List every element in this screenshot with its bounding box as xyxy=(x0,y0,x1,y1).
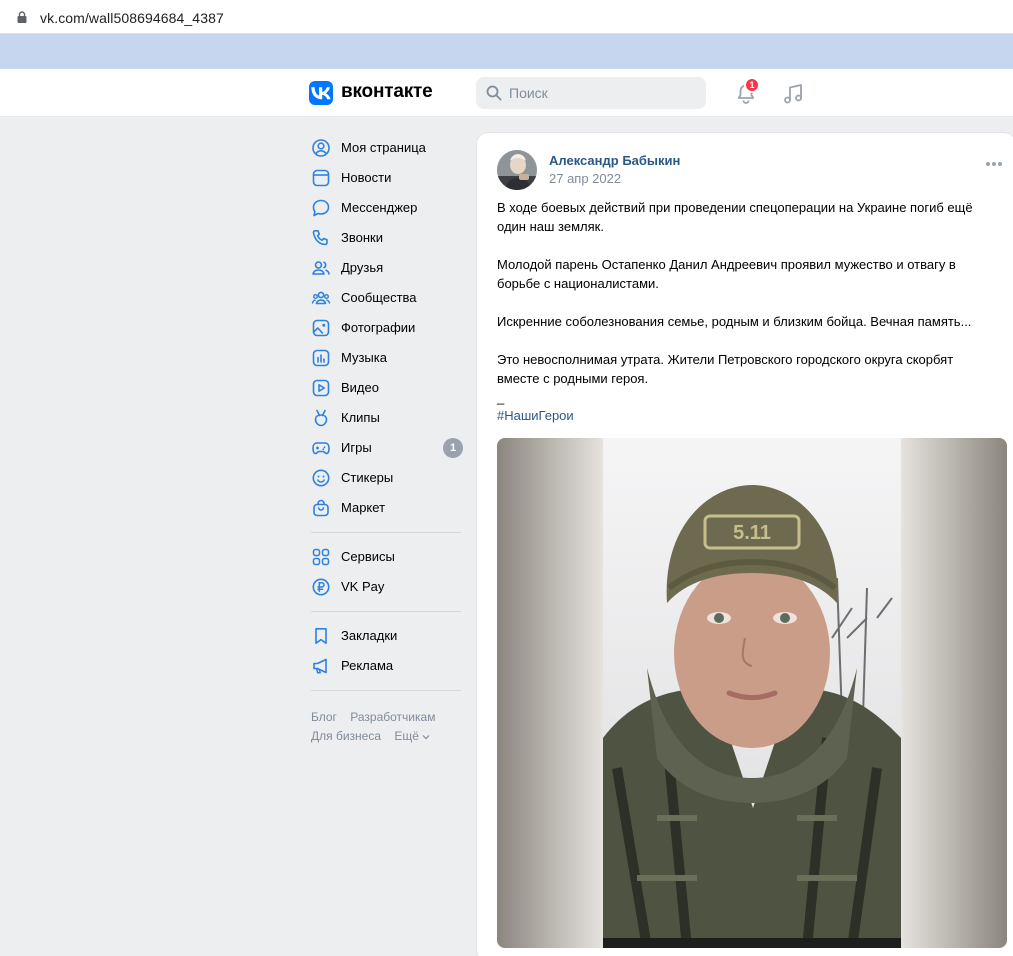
svg-text:5.11: 5.11 xyxy=(733,522,771,544)
vk-header: вконтакте 1 xyxy=(0,69,1013,117)
vk-logo-icon[interactable] xyxy=(309,81,333,105)
bookmark-icon xyxy=(315,628,327,644)
sidebar-item-photos[interactable]: Фотографии xyxy=(303,312,469,342)
post-dash: _ xyxy=(497,390,505,405)
sidebar-item-market[interactable]: Маркет xyxy=(303,492,469,522)
sidebar-item-label: Новости xyxy=(341,170,392,185)
more-options-icon[interactable] xyxy=(985,161,1003,167)
sidebar-item-label: Сообщества xyxy=(341,290,417,305)
user-circle-icon xyxy=(312,139,330,157)
photos-icon xyxy=(312,319,330,337)
sidebar-item-ads[interactable]: Реклама xyxy=(303,650,469,680)
sidebar-item-stickers[interactable]: Стикеры xyxy=(303,462,469,492)
sidebar-item-label: Моя страница xyxy=(341,140,426,155)
gamepad-icon xyxy=(312,442,330,455)
sidebar-item-label: Звонки xyxy=(341,230,383,245)
browser-address-bar: vk.com/wall508694684_4387 xyxy=(0,0,1013,34)
sidebar-item-label: Стикеры xyxy=(341,470,394,485)
lock-icon xyxy=(17,11,27,23)
sidebar-item-clips[interactable]: Клипы xyxy=(303,402,469,432)
footer-link-business[interactable]: Для бизнеса xyxy=(311,729,381,743)
services-grid-icon xyxy=(312,548,330,566)
sidebar-divider xyxy=(311,611,461,612)
sidebar-item-label: Закладки xyxy=(341,628,398,643)
wall-post: Александр Бабыкин 27 апр 2022 В ходе бое… xyxy=(476,132,1013,956)
music-icon[interactable] xyxy=(781,82,805,106)
url-field[interactable]: vk.com/wall508694684_4387 xyxy=(40,10,224,26)
sidebar-item-my-page[interactable]: Моя страница xyxy=(303,132,469,162)
avatar[interactable] xyxy=(497,150,537,190)
post-paragraph: Искренние соболезнования семье, родным и… xyxy=(497,314,972,329)
sidebar-item-services[interactable]: Сервисы xyxy=(303,541,469,571)
footer-link-developers[interactable]: Разработчикам xyxy=(350,710,435,724)
sidebar-footer-links-row1: Блог Разработчикам xyxy=(311,710,445,724)
sidebar-item-bookmarks[interactable]: Закладки xyxy=(303,620,469,650)
post-hashtag-line: #НашиГерои xyxy=(497,406,997,425)
post-hashtag[interactable]: #НашиГерои xyxy=(497,408,574,423)
ruble-icon xyxy=(312,578,330,596)
phone-icon xyxy=(312,230,328,246)
sidebar-item-music[interactable]: Музыка xyxy=(303,342,469,372)
sidebar-item-label: Маркет xyxy=(341,500,386,515)
post-author[interactable]: Александр Бабыкин xyxy=(549,153,680,168)
sidebar-item-label: Мессенджер xyxy=(341,200,418,215)
sidebar-item-label: Игры xyxy=(341,440,372,455)
message-icon xyxy=(312,199,330,217)
notification-badge: 1 xyxy=(744,77,760,93)
sidebar-item-video[interactable]: Видео xyxy=(303,372,469,402)
search-icon xyxy=(486,85,502,101)
portrait-photo: 5.11 xyxy=(497,438,1007,948)
smile-icon xyxy=(312,469,330,487)
post-paragraph: Это невосполнимая утрата. Жители Петровс… xyxy=(497,352,954,386)
post-photo[interactable]: 5.11 xyxy=(497,438,1007,948)
sidebar-divider xyxy=(311,532,461,533)
games-count-badge: 1 xyxy=(443,438,463,458)
sidebar-item-label: Сервисы xyxy=(341,549,395,564)
music-icon xyxy=(312,349,330,367)
sidebar-item-label: Фотографии xyxy=(341,320,416,335)
bookmarks-bar xyxy=(0,34,1013,69)
sidebar-item-label: Видео xyxy=(341,380,379,395)
sidebar-item-calls[interactable]: Звонки xyxy=(303,222,469,252)
footer-link-blog[interactable]: Блог xyxy=(311,710,337,724)
vk-logo-text[interactable]: вконтакте xyxy=(341,81,433,103)
market-bag-icon xyxy=(313,499,329,517)
sidebar-footer-links-row2: Для бизнеса Ещё xyxy=(311,729,440,743)
post-paragraph: В ходе боевых действий при проведении сп… xyxy=(497,200,973,234)
footer-link-more[interactable]: Ещё xyxy=(394,729,430,743)
search-input[interactable] xyxy=(509,77,699,109)
video-icon xyxy=(312,379,330,397)
sidebar-item-games[interactable]: Игры 1 xyxy=(303,432,469,462)
sidebar-item-label: Музыка xyxy=(341,350,387,365)
sidebar-item-label: Клипы xyxy=(341,410,380,425)
communities-icon xyxy=(311,291,331,305)
newsfeed-icon xyxy=(312,169,330,187)
footer-more-label: Ещё xyxy=(394,729,419,743)
post-date[interactable]: 27 апр 2022 xyxy=(549,171,621,186)
post-paragraph: Молодой парень Остапенко Данил Андреевич… xyxy=(497,257,956,291)
sidebar-item-communities[interactable]: Сообщества xyxy=(303,282,469,312)
sidebar-item-messenger[interactable]: Мессенджер xyxy=(303,192,469,222)
sidebar-item-news[interactable]: Новости xyxy=(303,162,469,192)
sidebar-item-label: Реклама xyxy=(341,658,394,673)
sidebar-divider xyxy=(311,690,461,691)
sidebar-item-label: Друзья xyxy=(341,260,384,275)
search-box[interactable] xyxy=(476,77,706,109)
chevron-down-icon xyxy=(422,734,430,740)
sidebar-item-vk-pay[interactable]: VK Pay xyxy=(303,571,469,601)
sidebar-item-label: VK Pay xyxy=(341,579,385,594)
sidebar-item-friends[interactable]: Друзья xyxy=(303,252,469,282)
friends-icon xyxy=(312,261,330,275)
megaphone-icon xyxy=(313,658,327,674)
clips-icon xyxy=(314,409,328,427)
